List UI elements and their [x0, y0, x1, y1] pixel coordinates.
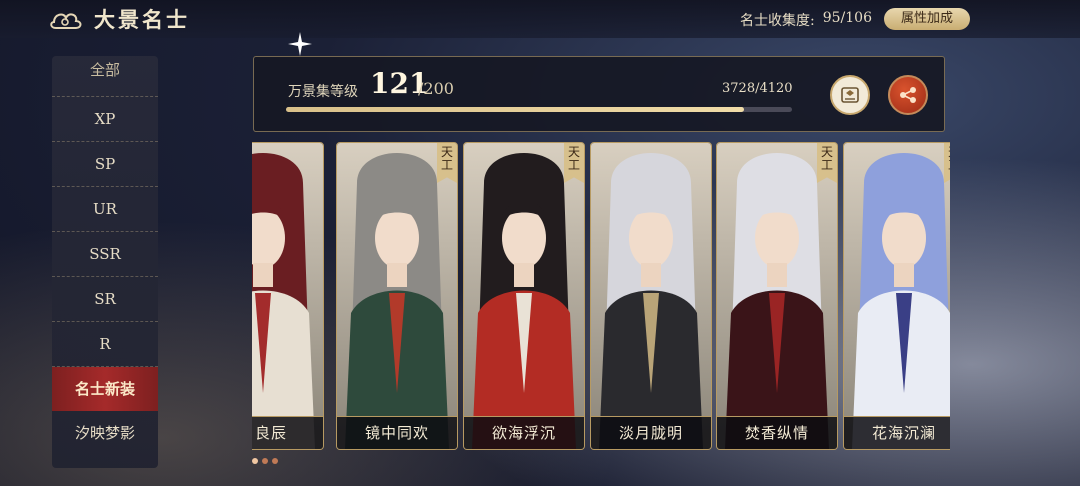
level-progress-fill — [286, 107, 744, 112]
cloud-icon — [50, 13, 82, 29]
sidebar-item-xp[interactable]: XP — [52, 97, 158, 142]
attribute-bonus-button[interactable]: 属性加成 — [884, 8, 970, 30]
sidebar-item-new-outfits[interactable]: 名士新装 — [52, 367, 158, 411]
character-portrait — [591, 143, 711, 449]
collection-book-button[interactable] — [830, 75, 870, 115]
top-bar: 大景名士 名士收集度: 95/106 属性加成 — [0, 0, 1080, 38]
page-dot — [272, 458, 278, 464]
character-portrait — [337, 143, 457, 449]
card-tag: 天工 — [944, 143, 950, 183]
sidebar-item-label: 全部 — [89, 61, 120, 79]
card-tag: 天工 — [564, 143, 584, 183]
collection-value: 95/106 — [822, 10, 872, 26]
sidebar-item-label: R — [99, 335, 111, 353]
page-title: 大景名士 — [94, 7, 190, 32]
sidebar-item-label: XP — [94, 110, 116, 128]
share-button[interactable] — [888, 75, 928, 115]
sidebar-item-label: 名士新装 — [74, 380, 135, 398]
sidebar-item-label: SP — [94, 155, 116, 173]
card-name: 镜中同欢 — [364, 424, 429, 442]
character-card[interactable]: 月良辰 — [252, 142, 324, 450]
sidebar-item-dream-shadow[interactable]: 汐映梦影 — [52, 411, 158, 455]
sidebar-item-ssr[interactable]: SSR — [52, 232, 158, 277]
sidebar-item-r[interactable]: R — [52, 322, 158, 367]
sidebar-item-sr[interactable]: SR — [52, 277, 158, 322]
share-icon — [900, 87, 916, 103]
character-card[interactable]: 焚香纵情 天工 — [716, 142, 838, 450]
character-portrait — [252, 143, 323, 449]
sidebar-item-all[interactable]: 全部 — [52, 56, 158, 97]
page-indicator — [252, 458, 278, 464]
card-tag: 天工 — [437, 143, 457, 183]
page-dot — [262, 458, 268, 464]
title-group: 大景名士 — [48, 4, 190, 34]
sidebar-item-label: 汐映梦影 — [74, 424, 135, 442]
character-portrait — [464, 143, 584, 449]
sidebar-item-label: SSR — [89, 245, 121, 263]
sidebar-item-label: UR — [93, 200, 117, 218]
sparkle-icon — [288, 32, 312, 56]
character-card-list: 月良辰 镜中同欢 天工 — [252, 142, 950, 450]
character-card[interactable]: 欲海浮沉 天工 — [463, 142, 585, 450]
character-card[interactable]: 花海沉澜 天工 — [843, 142, 950, 450]
level-progress-bar — [286, 107, 792, 112]
page-dot-active — [252, 458, 258, 464]
card-name: 焚香纵情 — [744, 424, 809, 442]
card-name: 花海沉澜 — [871, 424, 936, 442]
level-label: 万景集等级 — [288, 84, 358, 100]
card-name: 月良辰 — [252, 424, 287, 442]
character-portrait — [717, 143, 837, 449]
card-tag: 天工 — [817, 143, 837, 183]
collection-info: 名士收集度: 95/106 — [740, 10, 872, 30]
sidebar-item-sp[interactable]: SP — [52, 142, 158, 187]
rarity-sidebar: 全部 XP SP UR SSR SR R 名士新装 汐映梦影 — [52, 56, 158, 468]
sidebar-item-label: SR — [94, 290, 116, 308]
character-portrait — [844, 143, 950, 449]
card-name: 欲海浮沉 — [491, 424, 556, 442]
collection-label: 名士收集度: — [740, 13, 815, 29]
sidebar-item-ur[interactable]: UR — [52, 187, 158, 232]
card-name: 淡月胧明 — [618, 424, 683, 442]
level-max: /200 — [418, 79, 454, 98]
collection-level-panel: 万景集等级 121 /200 3728/4120 — [253, 56, 945, 132]
book-icon — [841, 87, 859, 103]
character-card[interactable]: 淡月胧明 — [590, 142, 712, 450]
character-card[interactable]: 镜中同欢 天工 — [336, 142, 458, 450]
exp-value: 3728/4120 — [722, 81, 793, 96]
